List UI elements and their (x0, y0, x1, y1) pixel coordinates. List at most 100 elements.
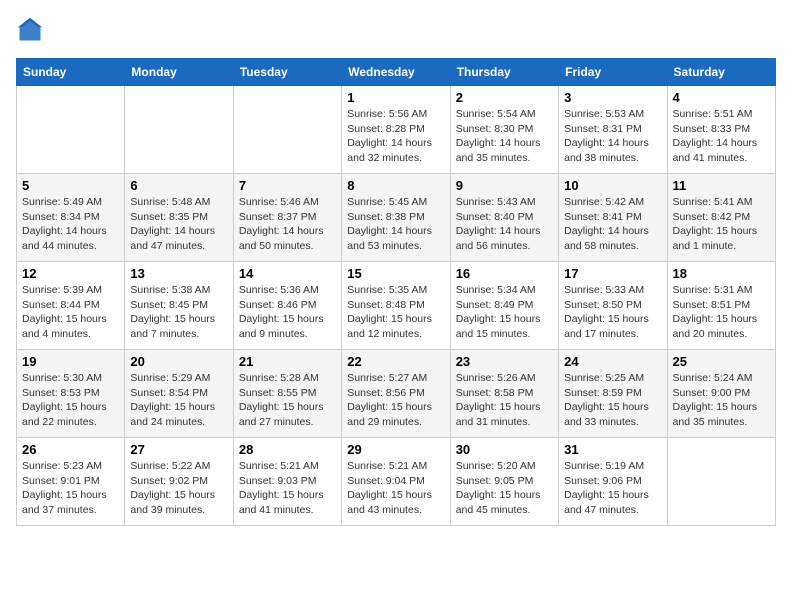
weekday-header-row: SundayMondayTuesdayWednesdayThursdayFrid… (17, 59, 776, 86)
calendar-cell: 16 Sunrise: 5:34 AM Sunset: 8:49 PM Dayli… (450, 262, 558, 350)
day-number: 14 (239, 266, 336, 281)
day-number: 16 (456, 266, 553, 281)
calendar-cell: 14 Sunrise: 5:36 AM Sunset: 8:46 PM Dayli… (233, 262, 341, 350)
day-info: Sunrise: 5:33 AM Sunset: 8:50 PM Dayligh… (564, 283, 661, 342)
day-info: Sunrise: 5:35 AM Sunset: 8:48 PM Dayligh… (347, 283, 444, 342)
day-number: 22 (347, 354, 444, 369)
day-info: Sunrise: 5:45 AM Sunset: 8:38 PM Dayligh… (347, 195, 444, 254)
day-info: Sunrise: 5:22 AM Sunset: 9:02 PM Dayligh… (130, 459, 227, 518)
day-number: 2 (456, 90, 553, 105)
calendar-week-row: 26 Sunrise: 5:23 AM Sunset: 9:01 PM Dayli… (17, 438, 776, 526)
day-number: 27 (130, 442, 227, 457)
day-number: 8 (347, 178, 444, 193)
calendar-cell: 12Sunrise: 5:39 AM Sunset: 8:44 PM Dayli… (17, 262, 125, 350)
day-number: 31 (564, 442, 661, 457)
day-number: 20 (130, 354, 227, 369)
calendar-cell: 28 Sunrise: 5:21 AM Sunset: 9:03 PM Dayli… (233, 438, 341, 526)
day-info: Sunrise: 5:23 AM Sunset: 9:01 PM Dayligh… (22, 459, 119, 518)
weekday-header-sunday: Sunday (17, 59, 125, 86)
day-info: Sunrise: 5:38 AM Sunset: 8:45 PM Dayligh… (130, 283, 227, 342)
calendar-week-row: 5 Sunrise: 5:49 AM Sunset: 8:34 PM Daylig… (17, 174, 776, 262)
day-info: Sunrise: 5:34 AM Sunset: 8:49 PM Dayligh… (456, 283, 553, 342)
weekday-header-saturday: Saturday (667, 59, 775, 86)
day-number: 30 (456, 442, 553, 457)
day-info: Sunrise: 5:39 AM Sunset: 8:44 PM Dayligh… (22, 283, 119, 342)
day-info: Sunrise: 5:27 AM Sunset: 8:56 PM Dayligh… (347, 371, 444, 430)
day-number: 13 (130, 266, 227, 281)
calendar-week-row: 19Sunrise: 5:30 AM Sunset: 8:53 PM Dayli… (17, 350, 776, 438)
day-info: Sunrise: 5:21 AM Sunset: 9:03 PM Dayligh… (239, 459, 336, 518)
calendar-week-row: 1 Sunrise: 5:56 AM Sunset: 8:28 PM Daylig… (17, 86, 776, 174)
day-number: 1 (347, 90, 444, 105)
day-info: Sunrise: 5:30 AM Sunset: 8:53 PM Dayligh… (22, 371, 119, 430)
day-info: Sunrise: 5:53 AM Sunset: 8:31 PM Dayligh… (564, 107, 661, 166)
calendar-cell: 8 Sunrise: 5:45 AM Sunset: 8:38 PM Daylig… (342, 174, 450, 262)
day-number: 21 (239, 354, 336, 369)
day-number: 11 (673, 178, 770, 193)
day-info: Sunrise: 5:46 AM Sunset: 8:37 PM Dayligh… (239, 195, 336, 254)
day-info: Sunrise: 5:41 AM Sunset: 8:42 PM Dayligh… (673, 195, 770, 254)
calendar-cell: 20 Sunrise: 5:29 AM Sunset: 8:54 PM Dayli… (125, 350, 233, 438)
day-number: 26 (22, 442, 119, 457)
logo (16, 16, 48, 46)
calendar-cell (233, 86, 341, 174)
day-info: Sunrise: 5:31 AM Sunset: 8:51 PM Dayligh… (673, 283, 770, 342)
calendar-cell: 24 Sunrise: 5:25 AM Sunset: 8:59 PM Dayli… (559, 350, 667, 438)
day-info: Sunrise: 5:36 AM Sunset: 8:46 PM Dayligh… (239, 283, 336, 342)
calendar-cell: 31Sunrise: 5:19 AM Sunset: 9:06 PM Dayli… (559, 438, 667, 526)
calendar-cell: 21Sunrise: 5:28 AM Sunset: 8:55 PM Dayli… (233, 350, 341, 438)
day-number: 18 (673, 266, 770, 281)
calendar-cell: 22 Sunrise: 5:27 AM Sunset: 8:56 PM Dayli… (342, 350, 450, 438)
calendar-cell: 11 Sunrise: 5:41 AM Sunset: 8:42 PM Dayli… (667, 174, 775, 262)
calendar-cell: 26 Sunrise: 5:23 AM Sunset: 9:01 PM Dayli… (17, 438, 125, 526)
day-number: 4 (673, 90, 770, 105)
calendar-cell: 15 Sunrise: 5:35 AM Sunset: 8:48 PM Dayli… (342, 262, 450, 350)
day-info: Sunrise: 5:51 AM Sunset: 8:33 PM Dayligh… (673, 107, 770, 166)
calendar-cell: 6 Sunrise: 5:48 AM Sunset: 8:35 PM Daylig… (125, 174, 233, 262)
calendar-week-row: 12Sunrise: 5:39 AM Sunset: 8:44 PM Dayli… (17, 262, 776, 350)
calendar-cell: 10 Sunrise: 5:42 AM Sunset: 8:41 PM Dayli… (559, 174, 667, 262)
calendar-cell (667, 438, 775, 526)
weekday-header-tuesday: Tuesday (233, 59, 341, 86)
calendar-cell: 4 Sunrise: 5:51 AM Sunset: 8:33 PM Daylig… (667, 86, 775, 174)
calendar-cell: 29 Sunrise: 5:21 AM Sunset: 9:04 PM Dayli… (342, 438, 450, 526)
calendar-cell: 7 Sunrise: 5:46 AM Sunset: 8:37 PM Daylig… (233, 174, 341, 262)
weekday-header-wednesday: Wednesday (342, 59, 450, 86)
day-info: Sunrise: 5:25 AM Sunset: 8:59 PM Dayligh… (564, 371, 661, 430)
calendar-cell: 27 Sunrise: 5:22 AM Sunset: 9:02 PM Dayli… (125, 438, 233, 526)
day-number: 3 (564, 90, 661, 105)
calendar-cell: 9Sunrise: 5:43 AM Sunset: 8:40 PM Daylig… (450, 174, 558, 262)
calendar-cell: 18 Sunrise: 5:31 AM Sunset: 8:51 PM Dayli… (667, 262, 775, 350)
calendar-cell: 25Sunrise: 5:24 AM Sunset: 9:00 PM Dayli… (667, 350, 775, 438)
day-number: 28 (239, 442, 336, 457)
calendar-cell: 3 Sunrise: 5:53 AM Sunset: 8:31 PM Daylig… (559, 86, 667, 174)
calendar-cell (125, 86, 233, 174)
day-info: Sunrise: 5:49 AM Sunset: 8:34 PM Dayligh… (22, 195, 119, 254)
calendar-cell: 23Sunrise: 5:26 AM Sunset: 8:58 PM Dayli… (450, 350, 558, 438)
day-number: 7 (239, 178, 336, 193)
weekday-header-thursday: Thursday (450, 59, 558, 86)
day-info: Sunrise: 5:48 AM Sunset: 8:35 PM Dayligh… (130, 195, 227, 254)
day-number: 15 (347, 266, 444, 281)
day-info: Sunrise: 5:29 AM Sunset: 8:54 PM Dayligh… (130, 371, 227, 430)
weekday-header-friday: Friday (559, 59, 667, 86)
day-info: Sunrise: 5:42 AM Sunset: 8:41 PM Dayligh… (564, 195, 661, 254)
day-number: 24 (564, 354, 661, 369)
logo-icon (16, 16, 44, 44)
day-number: 10 (564, 178, 661, 193)
day-info: Sunrise: 5:21 AM Sunset: 9:04 PM Dayligh… (347, 459, 444, 518)
day-number: 17 (564, 266, 661, 281)
calendar-cell: 5 Sunrise: 5:49 AM Sunset: 8:34 PM Daylig… (17, 174, 125, 262)
day-info: Sunrise: 5:26 AM Sunset: 8:58 PM Dayligh… (456, 371, 553, 430)
weekday-header-monday: Monday (125, 59, 233, 86)
day-info: Sunrise: 5:56 AM Sunset: 8:28 PM Dayligh… (347, 107, 444, 166)
day-number: 5 (22, 178, 119, 193)
calendar-cell: 17 Sunrise: 5:33 AM Sunset: 8:50 PM Dayli… (559, 262, 667, 350)
calendar-cell: 2Sunrise: 5:54 AM Sunset: 8:30 PM Daylig… (450, 86, 558, 174)
day-number: 29 (347, 442, 444, 457)
day-info: Sunrise: 5:24 AM Sunset: 9:00 PM Dayligh… (673, 371, 770, 430)
day-number: 6 (130, 178, 227, 193)
calendar-table: SundayMondayTuesdayWednesdayThursdayFrid… (16, 58, 776, 526)
calendar-cell: 19Sunrise: 5:30 AM Sunset: 8:53 PM Dayli… (17, 350, 125, 438)
day-info: Sunrise: 5:20 AM Sunset: 9:05 PM Dayligh… (456, 459, 553, 518)
